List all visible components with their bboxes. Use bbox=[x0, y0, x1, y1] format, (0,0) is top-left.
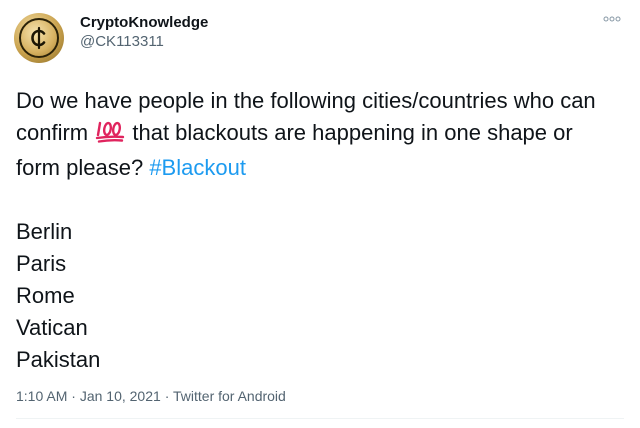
list-item: Berlin bbox=[16, 219, 73, 244]
list-item: Paris bbox=[16, 251, 67, 276]
tweet-source[interactable]: Twitter for Android bbox=[173, 388, 286, 404]
tweet-body: Do we have people in the following citie… bbox=[16, 85, 621, 184]
author-display-name[interactable]: CryptoKnowledge bbox=[80, 14, 208, 32]
list-item: Pakistan bbox=[16, 347, 101, 372]
meta-separator: · bbox=[71, 388, 76, 404]
meta-separator: · bbox=[164, 388, 170, 404]
tweet-time[interactable]: 1:10 AM bbox=[16, 388, 67, 404]
divider bbox=[16, 418, 624, 419]
author-handle[interactable]: @CK113311 bbox=[80, 33, 208, 51]
more-options-button[interactable] bbox=[602, 12, 622, 26]
list-item: Rome bbox=[16, 283, 75, 308]
list-item: Vatican bbox=[16, 315, 88, 340]
more-options-icon bbox=[603, 16, 621, 22]
tweet-card: CryptoKnowledge @CK113311 Do we have peo… bbox=[0, 0, 640, 428]
avatar[interactable] bbox=[14, 13, 64, 63]
tweet-text: Do we have people in the following citie… bbox=[16, 85, 621, 376]
author-block: CryptoKnowledge @CK113311 bbox=[80, 14, 208, 51]
tweet-metadata: 1:10 AM · Jan 10, 2021 · Twitter for And… bbox=[16, 387, 286, 405]
tweet-date[interactable]: Jan 10, 2021 bbox=[80, 388, 161, 404]
hundred-points-emoji-icon bbox=[95, 119, 125, 152]
coin-cent-icon bbox=[19, 18, 59, 58]
hashtag-link[interactable]: #Blackout bbox=[149, 155, 246, 180]
city-list: Berlin Paris Rome Vatican Pakistan bbox=[16, 216, 621, 376]
